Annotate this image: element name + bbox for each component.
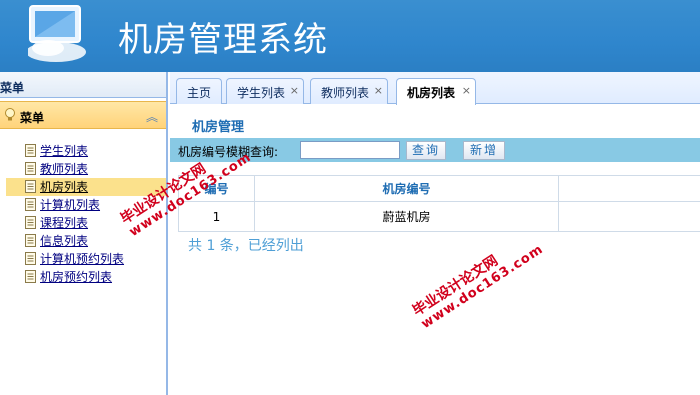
sidebar-item-teachers[interactable]: 教师列表 — [0, 160, 166, 178]
table-header-row: 编号 机房编号 — [178, 175, 700, 202]
lab-table: 编号 机房编号 1 蔚蓝机房 — [178, 175, 700, 232]
close-icon[interactable]: × — [290, 84, 299, 97]
document-icon — [25, 198, 36, 211]
table-cell — [558, 201, 700, 232]
sidebar-item-label[interactable]: 机房列表 — [40, 180, 88, 194]
sidebar-heading: 菜单 — [0, 72, 166, 98]
sidebar-item-label[interactable]: 学生列表 — [40, 144, 88, 158]
document-icon — [25, 162, 36, 175]
sidebar-item-students[interactable]: 学生列表 — [0, 142, 166, 160]
main-area: 主页 学生列表 × 教师列表 × 机房列表 × 机房管理 机房编号模糊查询: 查… — [170, 72, 700, 395]
tab-bar: 主页 学生列表 × 教师列表 × 机房列表 × — [170, 72, 700, 105]
document-icon — [25, 252, 36, 265]
table-cell: 1 — [178, 201, 255, 232]
record-summary: 共 1 条，已经列出 — [188, 238, 304, 254]
column-header — [558, 175, 700, 202]
tab-label: 机房列表 — [407, 86, 456, 100]
menu-panel-title: 菜单 — [20, 111, 45, 125]
query-button[interactable]: 查询 — [406, 141, 446, 160]
app-header: 机房管理系统 — [0, 0, 700, 72]
tab-label: 教师列表 — [321, 86, 370, 100]
document-icon — [25, 144, 36, 157]
app-title: 机房管理系统 — [118, 20, 328, 60]
tab-home[interactable]: 主页 — [176, 78, 222, 104]
document-icon — [25, 216, 36, 229]
document-icon — [25, 180, 36, 193]
sidebar-item-computer-reservations[interactable]: 计算机预约列表 — [0, 250, 166, 268]
tab-students[interactable]: 学生列表 × — [226, 78, 304, 104]
table-row[interactable]: 1 蔚蓝机房 — [178, 201, 700, 232]
table-cell: 蔚蓝机房 — [254, 201, 559, 232]
monitor-icon — [28, 5, 86, 62]
sidebar-item-label[interactable]: 机房预约列表 — [40, 270, 112, 284]
column-header: 机房编号 — [254, 175, 559, 202]
document-icon — [25, 234, 36, 247]
search-input[interactable] — [300, 141, 400, 159]
tab-label: 学生列表 — [237, 86, 286, 100]
sidebar-item-label[interactable]: 计算机列表 — [40, 198, 100, 212]
sidebar-item-lab-reservations[interactable]: 机房预约列表 — [0, 268, 166, 286]
section-title: 机房管理 — [192, 120, 245, 135]
tab-label: 主页 — [187, 86, 212, 100]
lightbulb-icon — [5, 108, 15, 121]
sidebar-item-label[interactable]: 计算机预约列表 — [40, 252, 124, 266]
sidebar-item-label[interactable]: 课程列表 — [40, 216, 88, 230]
close-icon[interactable]: × — [462, 84, 471, 97]
tab-content: 机房管理 机房编号模糊查询: 查询 新增 编号 机房编号 1 蔚蓝机房 共 1 … — [170, 105, 700, 395]
collapse-icon[interactable]: ︽ — [146, 108, 158, 125]
sidebar-item-label[interactable]: 教师列表 — [40, 162, 88, 176]
close-icon[interactable]: × — [374, 84, 383, 97]
document-icon — [25, 270, 36, 283]
add-button[interactable]: 新增 — [463, 141, 505, 160]
sidebar-item-labs[interactable]: 机房列表 — [6, 178, 166, 196]
menu-panel-header[interactable]: 菜单 ︽ — [0, 101, 166, 129]
sidebar-item-label[interactable]: 信息列表 — [40, 234, 88, 248]
tab-labs[interactable]: 机房列表 × — [396, 78, 476, 105]
tab-teachers[interactable]: 教师列表 × — [310, 78, 388, 104]
